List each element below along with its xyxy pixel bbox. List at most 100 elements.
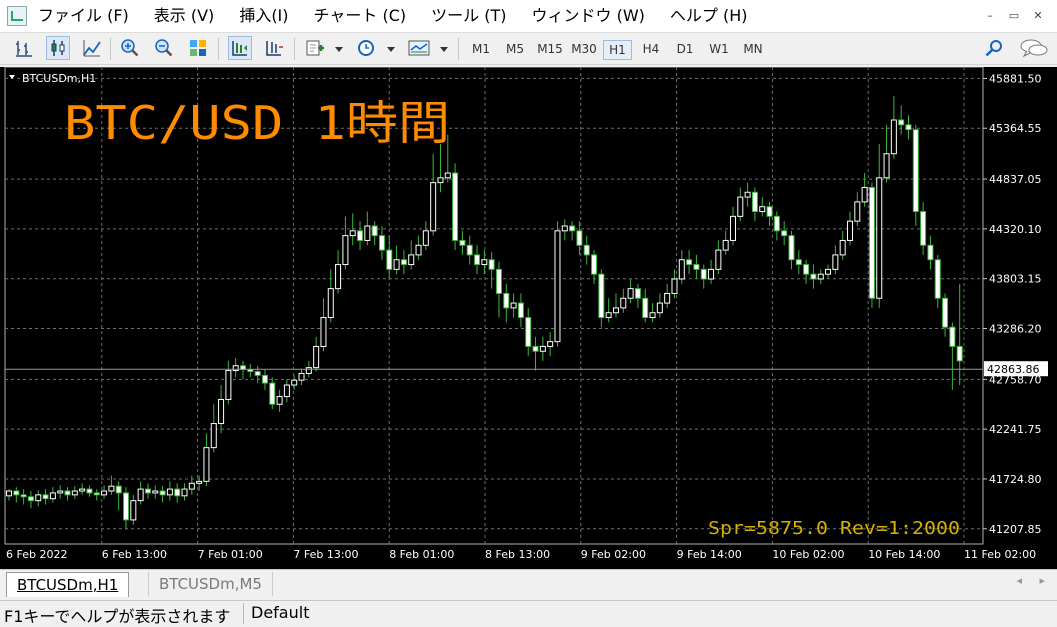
line-chart-icon[interactable] bbox=[80, 36, 104, 60]
candle-body bbox=[364, 225, 371, 241]
candle-body bbox=[861, 186, 868, 203]
candle-body bbox=[291, 379, 298, 386]
candle-body bbox=[722, 239, 729, 251]
candle-body bbox=[810, 273, 817, 280]
candle-body bbox=[561, 225, 568, 232]
candle-body bbox=[759, 206, 766, 213]
tab-btcusdm-h1[interactable]: BTCUSDm,H1 bbox=[6, 572, 130, 597]
candle-body bbox=[35, 494, 42, 502]
candle-body bbox=[152, 490, 159, 494]
templates-dropdown-arrow[interactable] bbox=[440, 47, 448, 52]
price-chart[interactable]: 45881.50 45364.55 44837.05 44320.10 43803.15… bbox=[0, 67, 1057, 569]
indicator-dropdown-arrow[interactable] bbox=[335, 47, 343, 52]
search-icon[interactable] bbox=[982, 36, 1006, 60]
candle-body bbox=[144, 488, 151, 494]
candle-body bbox=[166, 488, 173, 496]
candle-body bbox=[781, 230, 788, 237]
auto-scroll-icon[interactable] bbox=[262, 36, 286, 60]
menu-items: ファイル (F) 表示 (V) 挿入(I) チャート (C) ツール (T) ウ… bbox=[38, 0, 773, 32]
candle-body bbox=[525, 317, 532, 347]
x-tick-label: 10 Feb 02:00 bbox=[772, 548, 844, 561]
new-indicator-icon[interactable] bbox=[302, 36, 326, 60]
candle-body bbox=[13, 490, 20, 496]
candle-body bbox=[261, 374, 268, 384]
candle-body bbox=[569, 225, 576, 232]
menu-help[interactable]: ヘルプ (H) bbox=[670, 0, 748, 32]
periods-clock-icon[interactable] bbox=[354, 36, 378, 60]
candle-body bbox=[393, 259, 400, 270]
timeframe-w1[interactable]: W1 bbox=[706, 40, 732, 60]
candle-body bbox=[327, 288, 334, 319]
candle-body bbox=[605, 312, 612, 319]
candle-body bbox=[115, 485, 122, 494]
current-price-label: 42863.86 bbox=[987, 363, 1040, 376]
candle-body bbox=[773, 215, 780, 232]
overlay-title: BTC/USD 1時間 bbox=[64, 96, 450, 150]
zoom-out-icon[interactable] bbox=[152, 36, 176, 60]
candle-body bbox=[452, 172, 459, 241]
menu-view[interactable]: 表示 (V) bbox=[154, 0, 215, 32]
timeframe-m5[interactable]: M5 bbox=[502, 40, 528, 60]
candle-body bbox=[898, 119, 905, 126]
candle-body bbox=[649, 312, 656, 319]
menu-file[interactable]: ファイル (F) bbox=[38, 0, 129, 32]
candle-body bbox=[832, 254, 839, 270]
chart-menu-arrow-icon[interactable] bbox=[9, 75, 15, 79]
menu-insert[interactable]: 挿入(I) bbox=[239, 0, 288, 32]
menu-window[interactable]: ウィンドウ (W) bbox=[531, 0, 644, 32]
tab-scroll-right-icon[interactable]: ▸ bbox=[1039, 574, 1045, 587]
candle-body bbox=[93, 492, 100, 496]
candle-body bbox=[678, 259, 685, 280]
restore-button[interactable]: ▭ bbox=[1003, 6, 1025, 26]
timeframe-mn[interactable]: MN bbox=[738, 40, 768, 60]
tab-btcusdm-m5[interactable]: BTCUSDm,M5 bbox=[148, 572, 273, 596]
candle-body bbox=[846, 220, 853, 241]
candle-body bbox=[920, 211, 927, 246]
templates-icon[interactable] bbox=[407, 36, 431, 60]
timeframe-d1[interactable]: D1 bbox=[672, 40, 698, 60]
candle-body bbox=[912, 129, 919, 213]
tab-scroll-arrows[interactable]: ◂ ▸ bbox=[1016, 574, 1045, 587]
periods-dropdown-arrow[interactable] bbox=[387, 47, 395, 52]
timeframe-m1[interactable]: M1 bbox=[468, 40, 494, 60]
candle-body bbox=[825, 268, 832, 275]
close-button[interactable]: ✕ bbox=[1027, 6, 1049, 26]
candle-body bbox=[335, 264, 342, 290]
menu-tools[interactable]: ツール (T) bbox=[431, 0, 506, 32]
minimize-button[interactable]: – bbox=[979, 6, 1001, 26]
candle-body bbox=[181, 488, 188, 497]
bar-chart-icon[interactable] bbox=[12, 36, 36, 60]
menu-chart[interactable]: チャート (C) bbox=[314, 0, 407, 32]
app-icon[interactable] bbox=[7, 6, 27, 26]
chart-shift-icon[interactable] bbox=[228, 36, 252, 60]
candle-body bbox=[408, 254, 415, 266]
candle-body bbox=[576, 230, 583, 246]
candle-body bbox=[795, 259, 802, 266]
candle-body bbox=[839, 239, 846, 256]
timeframe-h1[interactable]: H1 bbox=[603, 40, 632, 60]
candle-body bbox=[598, 273, 605, 319]
candle-body bbox=[20, 494, 27, 498]
x-tick-label: 9 Feb 14:00 bbox=[677, 548, 742, 561]
tile-windows-icon[interactable] bbox=[186, 36, 210, 60]
candle-body bbox=[71, 490, 78, 496]
candle-body bbox=[378, 235, 385, 251]
candle-body bbox=[123, 492, 130, 521]
timeframe-m15[interactable]: M15 bbox=[534, 40, 566, 60]
x-tick-label: 6 Feb 13:00 bbox=[102, 548, 167, 561]
x-tick-label: 7 Feb 13:00 bbox=[293, 548, 358, 561]
status-bar: F1キーでヘルプが表示されます Default bbox=[0, 600, 1057, 626]
timeframe-m30[interactable]: M30 bbox=[568, 40, 600, 60]
candle-body bbox=[854, 201, 861, 222]
chat-icon[interactable] bbox=[1018, 36, 1050, 60]
candlestick-chart-icon[interactable] bbox=[46, 36, 70, 60]
zoom-in-icon[interactable] bbox=[118, 36, 142, 60]
candle-body bbox=[349, 230, 356, 237]
candle-body bbox=[547, 341, 554, 347]
tab-scroll-left-icon[interactable]: ◂ bbox=[1016, 574, 1022, 587]
timeframe-h4[interactable]: H4 bbox=[638, 40, 664, 60]
x-tick-label: 11 Feb 02:00 bbox=[964, 548, 1036, 561]
chart-window[interactable]: 45881.50 45364.55 44837.05 44320.10 43803.15… bbox=[0, 67, 1057, 569]
y-tick-label: 42241.75 bbox=[989, 423, 1042, 436]
candle-body bbox=[942, 297, 949, 328]
